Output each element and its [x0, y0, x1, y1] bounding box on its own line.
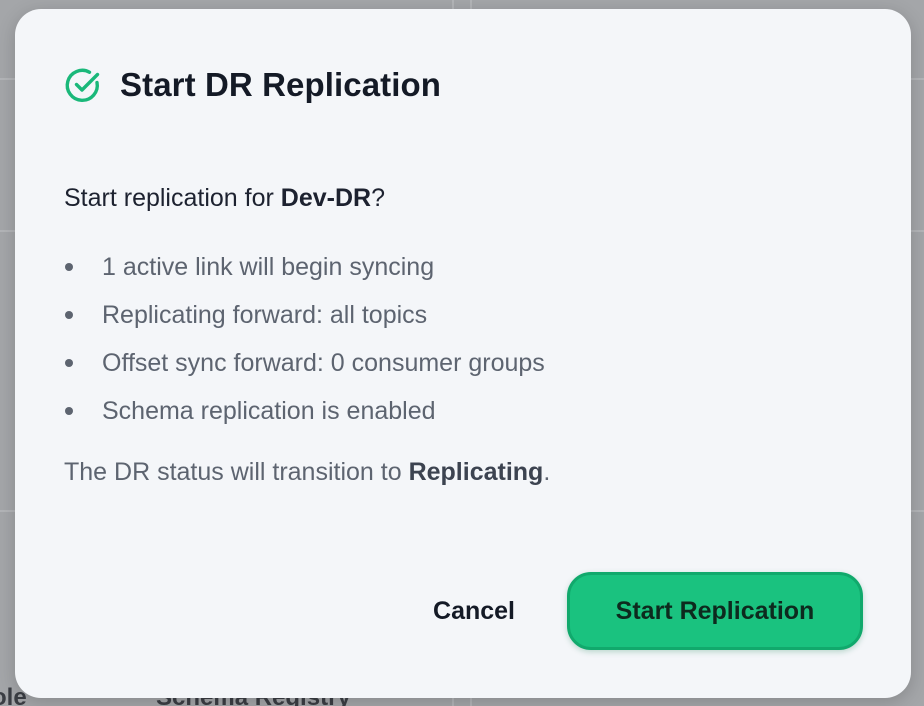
dialog-body: Start replication for Dev-DR? 1 active l… [64, 179, 884, 491]
cancel-button[interactable]: Cancel [433, 597, 515, 626]
list-item-text: Replicating forward: all topics [102, 301, 428, 329]
list-item: Offset sync forward: 0 consumer groups [64, 339, 884, 387]
question-suffix: ? [371, 184, 385, 212]
list-item-text: 1 active link will begin syncing [102, 253, 435, 281]
status-prefix: The DR status will transition to [64, 458, 409, 486]
bullet-icon [65, 407, 73, 415]
status-transition-note: The DR status will transition to Replica… [64, 453, 884, 491]
list-item: Schema replication is enabled [64, 387, 884, 435]
effects-list: 1 active link will begin syncing Replica… [64, 243, 884, 435]
list-item-text: Schema replication is enabled [102, 397, 436, 425]
bullet-icon [65, 263, 73, 271]
dialog-title: Start DR Replication [120, 66, 442, 103]
question-prefix: Start replication for [64, 184, 281, 212]
status-suffix: . [543, 458, 551, 486]
dialog-footer: Cancel Start Replication [433, 572, 863, 650]
list-item: 1 active link will begin syncing [64, 243, 884, 291]
bullet-icon [65, 359, 73, 367]
confirmation-question: Start replication for Dev-DR? [64, 179, 884, 217]
dialog-header: Start DR Replication [64, 66, 441, 104]
start-replication-button[interactable]: Start Replication [567, 572, 863, 650]
list-item-text: Offset sync forward: 0 consumer groups [102, 349, 545, 377]
list-item: Replicating forward: all topics [64, 291, 884, 339]
bullet-icon [65, 311, 73, 319]
check-circle-icon [64, 66, 102, 104]
target-name: Dev-DR [280, 184, 372, 212]
status-value: Replicating [408, 458, 544, 486]
start-replication-dialog: Start DR Replication Start replication f… [15, 9, 911, 698]
